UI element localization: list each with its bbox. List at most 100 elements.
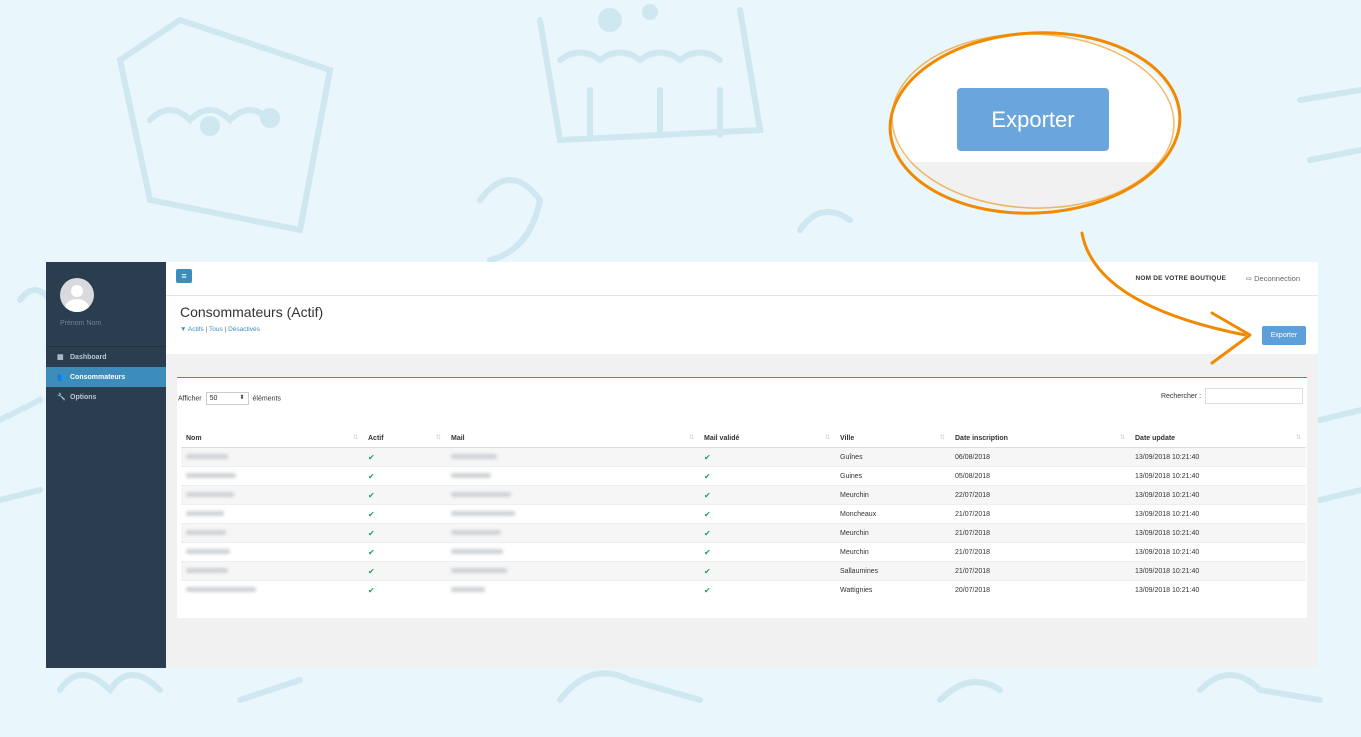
zoom-callout: Exporter <box>893 35 1178 210</box>
shop-name: NOM DE VOTRE BOUTIQUE <box>1135 275 1226 282</box>
zoom-gray-band <box>893 162 1178 210</box>
ville-cell: Meurchin <box>835 485 950 505</box>
name-cell-blurred <box>181 580 363 599</box>
mail-valide-check-icon: ✔ <box>699 561 835 581</box>
date-inscription-cell: 05/08/2018 <box>950 466 1130 486</box>
filter-separator: | <box>224 326 227 333</box>
mail-cell-blurred <box>446 580 699 599</box>
logout-label: Deconnection <box>1254 274 1300 283</box>
actif-check-icon: ✔ <box>363 580 446 599</box>
filter-desactives-link[interactable]: Désactivés <box>228 326 260 333</box>
date-update-cell: 13/09/2018 10:21:40 <box>1130 542 1306 562</box>
ville-cell: Meurchin <box>835 542 950 562</box>
sidebar-item-label: Consommateurs <box>70 373 126 381</box>
table-row: ✔ ✔ Guines 05/08/2018 13/09/2018 10:21:4… <box>181 466 1306 486</box>
sort-icon: ⇅ <box>824 435 830 441</box>
search-label: Rechercher : <box>1160 392 1202 400</box>
actif-check-icon: ✔ <box>363 561 446 581</box>
table-row: ✔ ✔ Moncheaux 21/07/2018 13/09/2018 10:2… <box>181 504 1306 524</box>
export-button[interactable]: Exporter <box>1262 326 1306 345</box>
ville-cell: Wattignies <box>835 580 950 599</box>
actif-check-icon: ✔ <box>363 504 446 524</box>
actif-check-icon: ✔ <box>363 542 446 562</box>
wrench-icon: 🔧 <box>57 394 66 401</box>
name-cell-blurred <box>181 561 363 581</box>
sidebar-item-consommateurs[interactable]: 👥 Consommateurs <box>46 367 166 387</box>
sort-icon: ⇅ <box>1119 435 1125 441</box>
menu-toggle-button[interactable]: ≡ <box>176 269 192 283</box>
mail-cell-blurred <box>446 561 699 581</box>
actif-check-icon: ✔ <box>363 523 446 543</box>
date-update-cell: 13/09/2018 10:21:40 <box>1130 561 1306 581</box>
user-avatar <box>60 278 94 312</box>
top-navbar: ≡ NOM DE VOTRE BOUTIQUE ⇨ Deconnection <box>166 262 1318 296</box>
date-update-cell: 13/09/2018 10:21:40 <box>1130 485 1306 505</box>
grid-icon: ▦ <box>57 354 64 361</box>
table-header-row: Nom ⇅ Actif ⇅ Mail ⇅ Mail validé ⇅ Ville ⇅ Da… <box>181 429 1306 448</box>
table-row: ✔ ✔ Meurchin 22/07/2018 13/09/2018 10:21… <box>181 485 1306 505</box>
table-box: Afficher 50 ⬍ éléments Rechercher : Nom ⇅… <box>177 377 1307 618</box>
mail-valide-check-icon: ✔ <box>699 485 835 505</box>
ville-cell: Guînes <box>835 447 950 467</box>
sort-icon: ⇅ <box>352 435 358 441</box>
date-update-cell: 13/09/2018 10:21:40 <box>1130 504 1306 524</box>
date-inscription-cell: 22/07/2018 <box>950 485 1130 505</box>
sidebar-item-dashboard[interactable]: ▦ Dashboard <box>46 347 166 367</box>
logout-icon: ⇨ <box>1245 274 1253 283</box>
sort-icon: ⇅ <box>435 435 441 441</box>
sidebar-item-label: Options <box>70 393 97 401</box>
consumers-table: Nom ⇅ Actif ⇅ Mail ⇅ Mail validé ⇅ Ville ⇅ Da… <box>181 429 1306 599</box>
content-header: Consommateurs (Actif) ▼ Actifs | Tous | … <box>166 296 1318 354</box>
mail-valide-check-icon: ✔ <box>699 523 835 543</box>
table-row: ✔ ✔ Wattignies 20/07/2018 13/09/2018 10:… <box>181 580 1306 599</box>
mail-valide-check-icon: ✔ <box>699 580 835 599</box>
length-prefix: Afficher <box>178 395 202 403</box>
page-title: Consommateurs (Actif) <box>180 304 324 320</box>
actif-check-icon: ✔ <box>363 447 446 467</box>
logout-link[interactable]: ⇨ Deconnection <box>1246 274 1300 283</box>
mail-valide-check-icon: ✔ <box>699 504 835 524</box>
column-header-nom[interactable]: Nom ⇅ <box>181 429 363 448</box>
mail-cell-blurred <box>446 504 699 524</box>
name-cell-blurred <box>181 523 363 543</box>
mail-valide-check-icon: ✔ <box>699 466 835 486</box>
date-update-cell: 13/09/2018 10:21:40 <box>1130 580 1306 599</box>
sidebar: Prénom Nom ▦ Dashboard 👥 Consommateurs 🔧… <box>46 262 166 668</box>
mail-cell-blurred <box>446 466 699 486</box>
table-row: ✔ ✔ Guînes 06/08/2018 13/09/2018 10:21:4… <box>181 447 1306 467</box>
actif-check-icon: ✔ <box>363 466 446 486</box>
sidebar-nav: ▦ Dashboard 👥 Consommateurs 🔧 Options <box>46 346 166 407</box>
sidebar-item-options[interactable]: 🔧 Options <box>46 387 166 407</box>
mail-cell-blurred <box>446 447 699 467</box>
date-inscription-cell: 20/07/2018 <box>950 580 1130 599</box>
export-button-zoomed: Exporter <box>957 88 1109 151</box>
date-inscription-cell: 21/07/2018 <box>950 523 1130 543</box>
filter-tous-link[interactable]: Tous <box>209 326 223 333</box>
user-name: Prénom Nom <box>60 320 102 327</box>
filter-actifs-link[interactable]: Actifs <box>188 326 204 333</box>
sort-icon: ⇅ <box>1295 435 1301 441</box>
name-cell-blurred <box>181 447 363 467</box>
date-update-cell: 13/09/2018 10:21:40 <box>1130 523 1306 543</box>
column-header-mail[interactable]: Mail ⇅ <box>446 429 699 448</box>
name-cell-blurred <box>181 485 363 505</box>
date-inscription-cell: 21/07/2018 <box>950 542 1130 562</box>
admin-app-window: Prénom Nom ▦ Dashboard 👥 Consommateurs 🔧… <box>46 262 1318 668</box>
page-length-control: Afficher 50 ⬍ éléments <box>178 392 281 405</box>
select-arrows-icon: ⬍ <box>239 395 245 401</box>
column-header-ville[interactable]: Ville ⇅ <box>835 429 950 448</box>
date-inscription-cell: 21/07/2018 <box>950 504 1130 524</box>
mail-cell-blurred <box>446 523 699 543</box>
search-input[interactable] <box>1205 388 1303 404</box>
column-header-date-update[interactable]: Date update ⇅ <box>1130 429 1306 448</box>
filter-links: ▼ Actifs | Tous | Désactivés <box>180 326 260 333</box>
column-header-mail-valide[interactable]: Mail validé ⇅ <box>699 429 835 448</box>
column-header-date-inscription[interactable]: Date inscription ⇅ <box>950 429 1130 448</box>
page-length-select[interactable]: 50 ⬍ <box>205 392 249 405</box>
page-length-value: 50 <box>209 395 218 402</box>
length-suffix: éléments <box>252 395 281 403</box>
column-header-actif[interactable]: Actif ⇅ <box>363 429 446 448</box>
ville-cell: Moncheaux <box>835 504 950 524</box>
date-inscription-cell: 06/08/2018 <box>950 447 1130 467</box>
mail-valide-check-icon: ✔ <box>699 447 835 467</box>
